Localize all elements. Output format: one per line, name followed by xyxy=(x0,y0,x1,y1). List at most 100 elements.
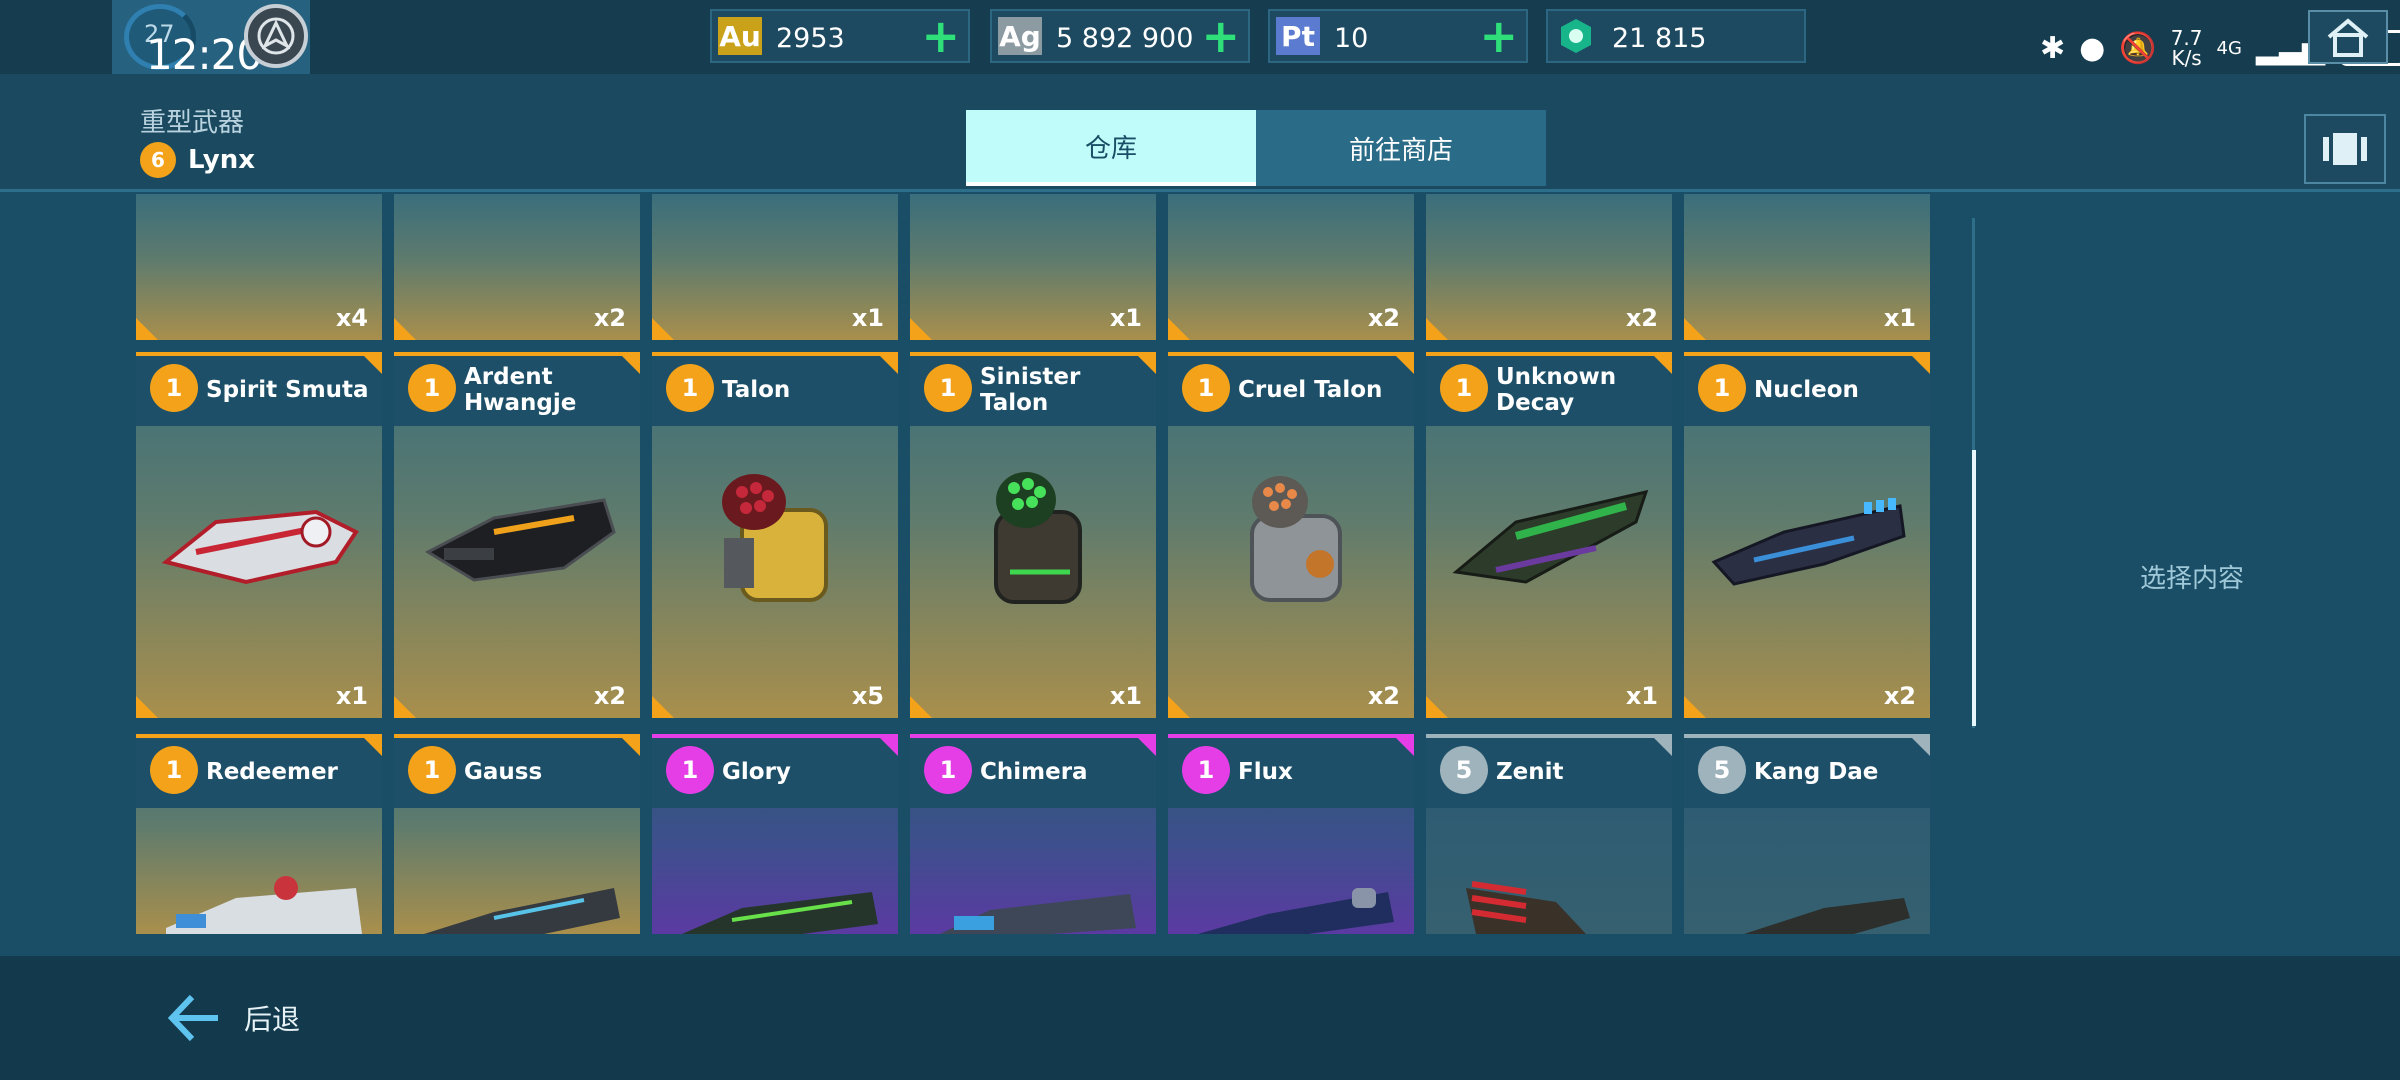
weapon-card[interactable]: x2 xyxy=(394,194,640,340)
item-level: 1 xyxy=(408,746,456,794)
item-quantity: x1 xyxy=(851,304,884,332)
weapon-card[interactable]: x1 xyxy=(1684,194,1930,340)
weapon-card-chimera[interactable]: 1 Chimera xyxy=(910,734,1156,934)
cruel-talon-weapon-image xyxy=(1250,476,1342,602)
arrow-left-icon xyxy=(167,994,218,1042)
platinum-amount: 10 xyxy=(1334,23,1369,54)
sinister-talon-weapon-image xyxy=(994,472,1082,604)
item-name: Chimera xyxy=(980,759,1088,785)
item-name: Nucleon xyxy=(1754,377,1859,403)
item-quantity: x2 xyxy=(593,682,626,710)
flux-weapon-image xyxy=(1198,888,1394,934)
weapon-card-nucleon[interactable]: 1 Nucleon x2 xyxy=(1684,352,1930,718)
talon-weapon-image xyxy=(722,474,828,602)
tab-storage[interactable]: 仓库 xyxy=(966,110,1256,186)
silver-currency: Ag 5 892 900 + xyxy=(990,9,1250,63)
item-level: 5 xyxy=(1440,746,1488,794)
silver-icon: Ag xyxy=(998,17,1042,55)
back-button[interactable]: 后退 xyxy=(166,988,300,1048)
item-name: Sinister Talon xyxy=(980,364,1081,416)
weapon-card[interactable]: x2 xyxy=(1168,194,1414,340)
item-quantity: x1 xyxy=(1109,682,1142,710)
item-quantity: x2 xyxy=(1883,682,1916,710)
weapon-card-flux[interactable]: 1 Flux xyxy=(1168,734,1414,934)
item-name: Zenit xyxy=(1496,759,1564,785)
item-quantity: x1 xyxy=(335,682,368,710)
weapon-card-kang-dae[interactable]: 5 Kang Dae xyxy=(1684,734,1930,934)
item-quantity: x4 xyxy=(335,304,368,332)
gauss-weapon-image xyxy=(424,888,620,934)
add-gold-button[interactable]: + xyxy=(921,13,960,59)
redeemer-weapon-image xyxy=(166,876,362,934)
hex-token-icon xyxy=(1554,17,1598,55)
item-level: 1 xyxy=(1440,364,1488,412)
category-title: 重型武器 xyxy=(140,108,245,138)
token-currency: 21 815 xyxy=(1546,9,1806,63)
token-amount: 21 815 xyxy=(1612,23,1707,54)
add-silver-button[interactable]: + xyxy=(1201,13,1240,59)
weapon-card-gauss[interactable]: 1 Gauss xyxy=(394,734,640,934)
add-platinum-button[interactable]: + xyxy=(1479,13,1518,59)
item-name: Talon xyxy=(722,377,791,403)
panel-icon xyxy=(2323,133,2367,165)
home-button[interactable] xyxy=(2308,10,2388,64)
robot-name: Lynx xyxy=(188,145,256,175)
weapon-card-redeemer[interactable]: 1 Redeemer xyxy=(136,734,382,934)
item-level: 5 xyxy=(1698,746,1746,794)
weapon-card-cruel-talon[interactable]: 1 Cruel Talon x2 xyxy=(1168,352,1414,718)
item-quantity: x5 xyxy=(851,682,884,710)
item-quantity: x2 xyxy=(1367,304,1400,332)
weapon-card-sinister-talon[interactable]: 1 Sinister Talon x1 xyxy=(910,352,1156,718)
footer-bar: 后退 xyxy=(0,956,2400,1080)
weapon-card-talon[interactable]: 1 Talon x5 xyxy=(652,352,898,718)
item-name: Unknown Decay xyxy=(1496,364,1617,416)
weapon-card-spirit-smuta[interactable]: 1 Spirit Smuta x1 xyxy=(136,352,382,718)
weapon-card-glory[interactable]: 1 Glory xyxy=(652,734,898,934)
glory-weapon-image xyxy=(682,892,878,934)
rank-badge-icon[interactable] xyxy=(244,4,308,68)
back-label: 后退 xyxy=(244,1003,301,1036)
item-name: Cruel Talon xyxy=(1238,377,1383,403)
network-type: 4G xyxy=(2216,37,2242,59)
weapon-card-unknown-decay[interactable]: 1 Unknown Decay x1 xyxy=(1426,352,1672,718)
weapon-card[interactable]: x1 xyxy=(652,194,898,340)
bluetooth-icon: ✱ xyxy=(2040,30,2066,66)
gold-amount: 2953 xyxy=(776,23,845,54)
weapon-card[interactable]: x4 xyxy=(136,194,382,340)
detail-placeholder: 选择内容 xyxy=(2140,564,2245,594)
item-level: 1 xyxy=(408,364,456,412)
top-bar: 27 12:20 Au 2953 + Ag 5 892 900 + Pt 10 … xyxy=(0,0,2400,79)
grid-scrollbar-thumb[interactable] xyxy=(1972,450,1976,726)
item-name: Redeemer xyxy=(206,759,338,785)
nucleon-weapon-image xyxy=(1711,498,1906,586)
toggle-panel-button[interactable] xyxy=(2304,114,2386,184)
item-level: 1 xyxy=(150,364,198,412)
weapon-card[interactable]: x1 xyxy=(910,194,1156,340)
item-level: 1 xyxy=(924,746,972,794)
weapon-card-ardent-hwangje[interactable]: 1 Ardent Hwangje x2 xyxy=(394,352,640,718)
item-level: 1 xyxy=(150,746,198,794)
kang-dae-weapon-image xyxy=(1744,898,1910,934)
weapon-card-zenit[interactable]: 5 Zenit xyxy=(1426,734,1672,934)
item-name: Glory xyxy=(722,759,791,785)
item-quantity: x2 xyxy=(1625,304,1658,332)
net-speed: 7.7 K/s xyxy=(2170,26,2203,70)
item-level: 1 xyxy=(924,364,972,412)
tab-shop[interactable]: 前往商店 xyxy=(1256,110,1546,186)
robot-level-badge: 6 xyxy=(140,142,176,178)
item-quantity: x2 xyxy=(593,304,626,332)
weapon-grid[interactable]: x4 x2 x1 x1 x2 x2 x1 1 Spirit Smuta x1 1… xyxy=(136,194,1930,934)
zenit-weapon-image xyxy=(1466,881,1586,934)
weapon-card[interactable]: x2 xyxy=(1426,194,1672,340)
item-name: Kang Dae xyxy=(1754,759,1879,785)
item-level: 1 xyxy=(1698,364,1746,412)
unknown-decay-weapon-image xyxy=(1452,489,1649,584)
gold-currency: Au 2953 + xyxy=(710,9,970,63)
mute-icon: 🔕 xyxy=(2119,30,2157,66)
item-level: 1 xyxy=(666,364,714,412)
platinum-currency: Pt 10 + xyxy=(1268,9,1528,63)
robot-info: 6 Lynx xyxy=(140,142,255,178)
item-name: Flux xyxy=(1238,759,1293,785)
chimera-weapon-image xyxy=(940,894,1136,934)
item-level: 1 xyxy=(1182,746,1230,794)
